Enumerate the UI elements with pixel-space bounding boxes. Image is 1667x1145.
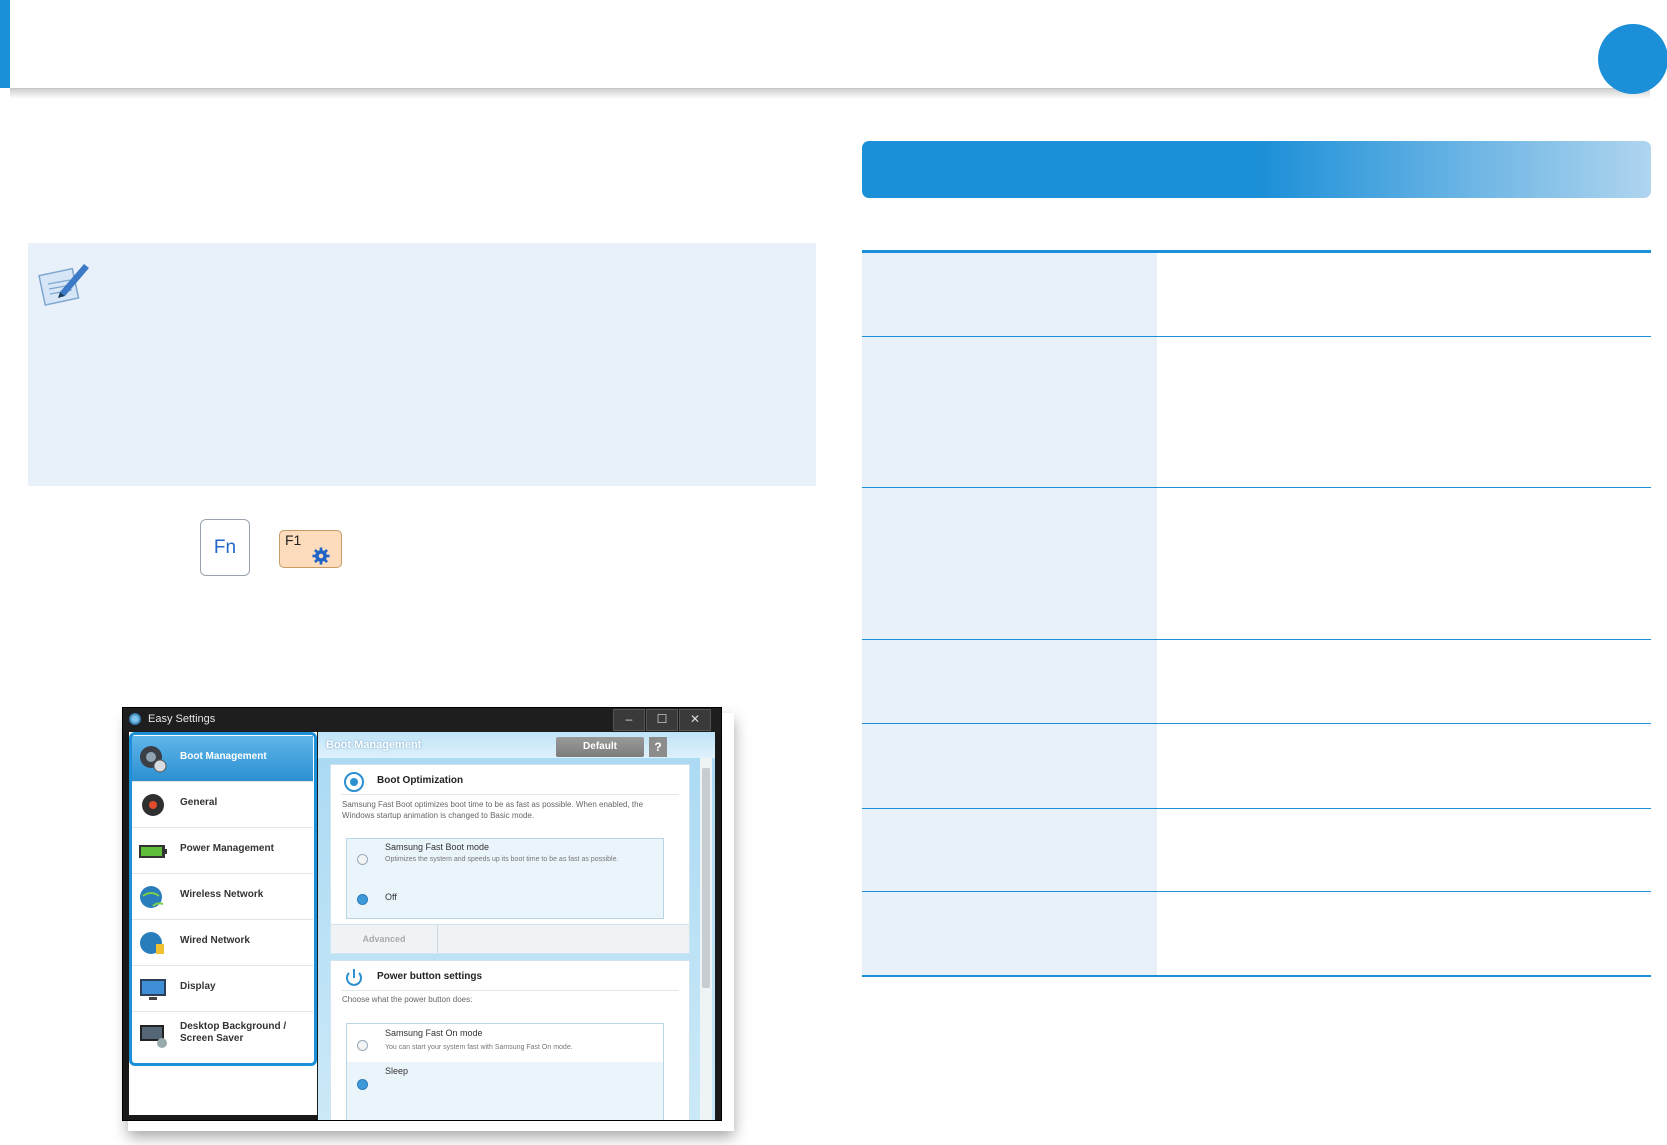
table-row xyxy=(862,640,1651,724)
boot-optimization-title: Boot Optimization xyxy=(377,775,464,786)
content-pane: Boot Management Default ? Boot Optimizat… xyxy=(318,732,715,1120)
minimize-button[interactable]: – xyxy=(613,709,645,731)
sleep-option-row: Sleep xyxy=(347,1062,663,1120)
boot-off-radio[interactable] xyxy=(357,894,368,905)
table-row-header-cell xyxy=(862,488,1157,639)
table-row-header-cell xyxy=(862,809,1157,891)
advanced-button[interactable]: Advanced xyxy=(331,925,438,953)
easy-settings-window: Easy Settings – ☐ ✕ Boot Management Gene… xyxy=(122,707,722,1121)
fast-boot-option-title: Samsung Fast Boot mode xyxy=(385,842,490,852)
help-button[interactable]: ? xyxy=(649,737,667,757)
power-icon xyxy=(346,969,362,986)
default-button[interactable]: Default xyxy=(556,737,644,757)
header-rule xyxy=(10,88,1650,99)
gear-icon xyxy=(312,547,330,565)
sleep-option-title: Sleep xyxy=(385,1066,409,1076)
fn-key: Fn xyxy=(200,519,250,576)
panel-divider xyxy=(341,990,679,991)
table-row xyxy=(862,724,1651,809)
power-button-title: Power button settings xyxy=(377,971,482,982)
sleep-radio[interactable] xyxy=(357,1079,368,1090)
boot-options-box: Samsung Fast Boot mode Optimizes the sys… xyxy=(346,838,664,919)
table-row xyxy=(862,253,1651,337)
boot-off-option-title: Off xyxy=(385,892,397,902)
fast-boot-option-desc: Optimizes the system and speeds up its b… xyxy=(385,856,619,863)
table-row xyxy=(862,892,1651,977)
table-row-header-cell xyxy=(862,253,1157,336)
app-logo-icon xyxy=(129,713,141,725)
fn-key-label: Fn xyxy=(213,536,237,558)
power-button-panel: Power button settings Choose what the po… xyxy=(330,960,690,1120)
content-header-title: Boot Management xyxy=(326,739,422,751)
page-accent-bar xyxy=(0,0,10,88)
chapter-marker xyxy=(1598,24,1667,94)
boot-optimization-icon xyxy=(344,772,364,792)
power-options-box: Samsung Fast On mode You can start your … xyxy=(346,1023,664,1120)
power-button-description: Choose what the power button does: xyxy=(342,995,473,1004)
boot-optimization-description: Samsung Fast Boot optimizes boot time to… xyxy=(342,800,644,820)
sidebar-highlight-frame xyxy=(129,732,317,1066)
section-header-bar xyxy=(862,141,1651,198)
table-row-header-cell xyxy=(862,892,1157,975)
note-pencil-icon xyxy=(38,264,89,306)
table-row xyxy=(862,809,1651,892)
table-row-header-cell xyxy=(862,724,1157,808)
table-row xyxy=(862,488,1651,640)
table-row-header-cell xyxy=(862,337,1157,487)
title-bar: Easy Settings – ☐ ✕ xyxy=(123,708,721,732)
close-button[interactable]: ✕ xyxy=(679,709,711,731)
scrollbar-thumb[interactable] xyxy=(702,768,710,988)
table-row-header-cell xyxy=(862,640,1157,723)
advanced-bar: Advanced xyxy=(330,924,690,954)
window-title: Easy Settings xyxy=(148,713,216,725)
table-row xyxy=(862,337,1651,488)
fast-on-option-title: Samsung Fast On mode xyxy=(385,1028,483,1038)
note-box xyxy=(28,243,816,486)
content-scrollbar[interactable] xyxy=(700,758,712,1120)
f1-key-label: F1 xyxy=(285,532,302,548)
maximize-button[interactable]: ☐ xyxy=(646,709,678,731)
fast-boot-radio[interactable] xyxy=(357,854,368,865)
f1-key: F1 xyxy=(279,530,342,568)
content-header: Boot Management Default ? xyxy=(318,732,715,758)
panel-divider xyxy=(341,794,679,795)
fast-on-radio[interactable] xyxy=(357,1040,368,1051)
fast-on-option-desc: You can start your system fast with Sams… xyxy=(385,1044,573,1051)
